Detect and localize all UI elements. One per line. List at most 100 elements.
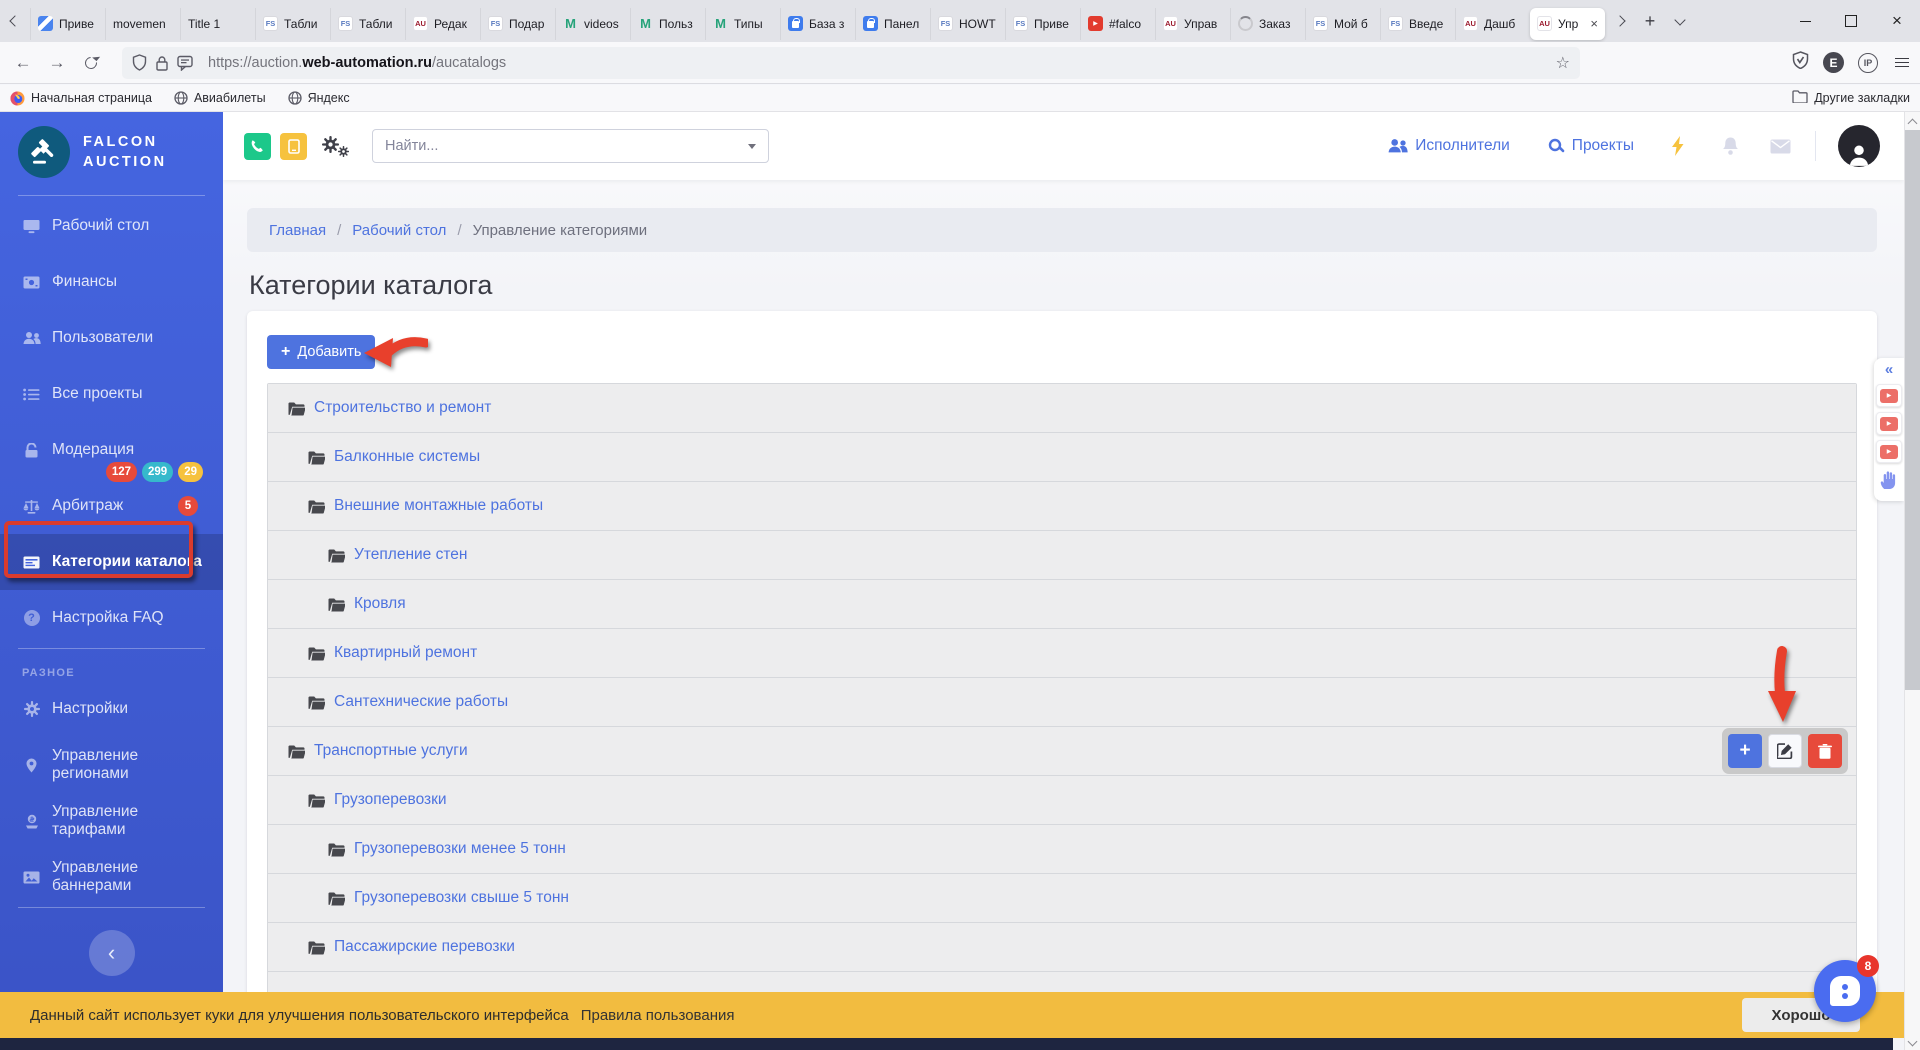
topnav-link[interactable]: Проекты <box>1548 137 1634 155</box>
sidebar-item[interactable]: Рабочий стол <box>0 198 223 254</box>
sidebar-item-label: Настройка FAQ <box>52 609 164 626</box>
user-avatar[interactable] <box>1838 125 1880 167</box>
tab-scroll-right-icon[interactable] <box>1605 0 1635 42</box>
delete-category-button[interactable] <box>1808 734 1842 768</box>
bookmark-item[interactable]: Авиабилеты <box>174 91 266 106</box>
sidebar-item-label: Управление регионами <box>52 747 139 782</box>
menu-icon[interactable] <box>1892 55 1912 70</box>
sidebar-item[interactable]: Управление баннерами <box>0 849 223 905</box>
category-link[interactable]: Транспортные услуги <box>288 742 468 760</box>
sidebar-item[interactable]: Пользователи <box>0 310 223 366</box>
browser-tab[interactable]: AU Дашб <box>1455 7 1530 40</box>
scroll-down-icon[interactable] <box>1907 1036 1918 1047</box>
browser-tab[interactable]: Title 1 <box>180 7 255 40</box>
sidebar-item[interactable]: ? Настройка FAQ <box>0 590 223 646</box>
category-link[interactable]: Сантехнические работы <box>308 693 508 711</box>
cookie-rules-link[interactable]: Правила пользования <box>581 1007 735 1024</box>
extension-e-icon[interactable]: E <box>1823 52 1844 73</box>
other-bookmarks-button[interactable]: Другие закладки <box>1792 90 1910 106</box>
video-help-button[interactable]: ▶ <box>1876 412 1902 435</box>
sidebar-item[interactable]: Модерация 127 299 29 <box>0 422 223 482</box>
reload-button[interactable] <box>74 48 108 78</box>
browser-tab[interactable]: AU Управ <box>1155 7 1230 40</box>
edit-category-button[interactable] <box>1768 734 1802 768</box>
browser-tab[interactable]: FS Табли <box>255 7 330 40</box>
browser-tab[interactable]: База з <box>780 7 855 40</box>
ip-extension-icon[interactable]: IP <box>1858 52 1878 73</box>
window-close-button[interactable] <box>1874 0 1920 42</box>
lock-icon[interactable] <box>156 55 168 71</box>
category-link[interactable]: Балконные системы <box>308 448 480 466</box>
browser-tab[interactable]: Mvideos <box>555 7 630 40</box>
bell-icon[interactable] <box>1721 136 1740 156</box>
envelope-icon[interactable] <box>1770 139 1791 154</box>
category-link[interactable]: Грузоперевозки менее 5 тонн <box>328 840 566 858</box>
scroll-up-icon[interactable] <box>1907 117 1918 129</box>
chat-widget-button[interactable]: 8 <box>1814 955 1879 1022</box>
phone-button[interactable] <box>244 132 271 160</box>
browser-tab[interactable]: M Польз <box>630 7 705 40</box>
sidebar-collapse-button[interactable]: ‹ <box>88 930 135 976</box>
category-link[interactable]: Внешние монтажные работы <box>308 497 543 515</box>
forward-button[interactable]: → <box>40 48 74 78</box>
browser-tab[interactable]: FS Подар <box>480 7 555 40</box>
tab-scroll-left-icon[interactable] <box>0 0 30 42</box>
sidebar-item[interactable]: Категории каталога <box>0 534 223 590</box>
browser-tab[interactable]: AU Редак <box>405 7 480 40</box>
page-scrollbar[interactable] <box>1904 112 1920 1050</box>
scrollbar-thumb[interactable] <box>1905 130 1920 690</box>
add-category-button[interactable]: + Добавить <box>267 335 376 369</box>
category-link[interactable]: Грузоперевозки <box>308 791 447 809</box>
bookmark-item[interactable]: Яндекс <box>287 91 350 106</box>
sidebar-item[interactable]: Все проекты <box>0 366 223 422</box>
bookmark-item[interactable]: Начальная страница <box>10 91 152 106</box>
address-bar[interactable]: https://auction.web-automation.ru/aucata… <box>122 46 1580 79</box>
hand-icon[interactable] <box>1880 470 1898 495</box>
back-button[interactable]: ← <box>6 48 40 78</box>
topnav-link[interactable]: Исполнители <box>1388 137 1510 155</box>
browser-tab[interactable]: ▶ #falco <box>1080 7 1155 40</box>
sidebar-item[interactable]: Управление регионами <box>0 737 223 793</box>
tab-close-icon[interactable]: × <box>1590 16 1598 31</box>
adblock-shield-icon[interactable] <box>1792 51 1809 74</box>
permissions-icon[interactable] <box>177 55 193 71</box>
bookmark-star-icon[interactable]: ☆ <box>1556 53 1570 73</box>
browser-tab[interactable]: FS Приве <box>1005 7 1080 40</box>
widget-collapse-icon[interactable]: « <box>1885 361 1893 379</box>
settings-gears-icon[interactable] <box>320 132 354 160</box>
search-input[interactable]: Найти... <box>372 129 769 163</box>
category-link[interactable]: Квартирный ремонт <box>308 644 477 662</box>
category-link[interactable]: Утепление стен <box>328 546 467 564</box>
category-link[interactable]: Пассажирские перевозки <box>308 938 515 956</box>
browser-tab[interactable]: FS Табли <box>330 7 405 40</box>
brand-logo[interactable]: FALCON AUCTION <box>0 112 223 193</box>
window-minimize-button[interactable] <box>1782 0 1828 42</box>
tracking-shield-icon[interactable] <box>132 54 147 71</box>
tab-list-dropdown-icon[interactable] <box>1665 0 1695 42</box>
breadcrumb-link[interactable]: Рабочий стол <box>352 222 446 239</box>
lightning-icon[interactable] <box>1672 136 1685 156</box>
video-help-button[interactable]: ▶ <box>1876 384 1902 407</box>
browser-tab[interactable]: Приве <box>30 7 105 40</box>
sidebar-item[interactable]: Арбитраж 5 <box>0 478 223 534</box>
category-link[interactable]: Грузоперевозки свыше 5 тонн <box>328 889 569 907</box>
browser-tab[interactable]: FS HOWT <box>930 7 1005 40</box>
browser-tab[interactable]: AU Упр × <box>1530 7 1605 40</box>
sidebar-item[interactable]: Настройки <box>0 681 223 737</box>
browser-tab[interactable]: movemen <box>105 7 180 40</box>
browser-tab[interactable]: Заказ <box>1230 7 1305 40</box>
document-button[interactable] <box>280 132 307 160</box>
sidebar-item[interactable]: Управление тарифами <box>0 793 223 849</box>
window-maximize-button[interactable] <box>1828 0 1874 42</box>
category-link[interactable]: Кровля <box>328 595 406 613</box>
browser-tab[interactable]: M Типы <box>705 7 780 40</box>
browser-tab[interactable]: Панел <box>855 7 930 40</box>
new-tab-button[interactable]: + <box>1635 0 1665 42</box>
browser-tab[interactable]: FS Мой б <box>1305 7 1380 40</box>
category-link[interactable]: Строительство и ремонт <box>288 399 491 417</box>
breadcrumb-link[interactable]: Главная <box>269 222 326 239</box>
add-subcategory-button[interactable]: + <box>1728 734 1762 768</box>
video-help-button[interactable]: ▶ <box>1876 440 1902 463</box>
browser-tab[interactable]: FS Введе <box>1380 7 1455 40</box>
sidebar-item[interactable]: Финансы <box>0 254 223 310</box>
